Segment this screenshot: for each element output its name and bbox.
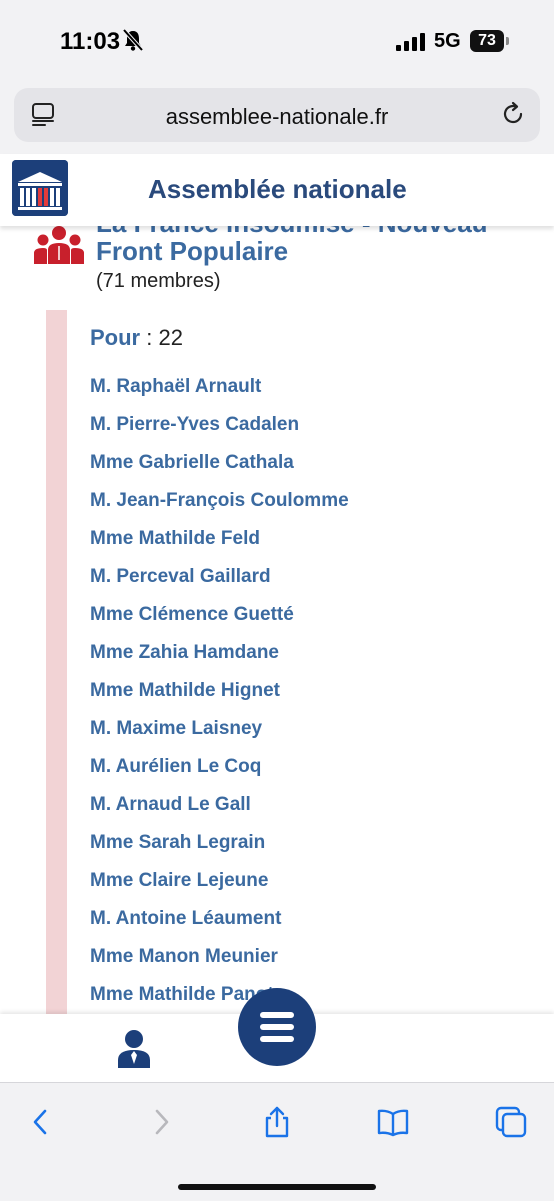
deputy-link[interactable]: Mme Sarah Legrain — [90, 832, 349, 870]
chevron-left-icon[interactable] — [24, 1105, 58, 1139]
site-header: Assemblée nationale — [0, 154, 554, 226]
vote-pour-count: 22 — [158, 325, 183, 350]
tabs-icon[interactable] — [494, 1105, 528, 1139]
deputy-link[interactable]: Mme Claire Lejeune — [90, 870, 349, 908]
address-bar[interactable]: assemblee-nationale.fr — [14, 88, 540, 142]
deputy-list: M. Raphaël Arnault M. Pierre-Yves Cadale… — [90, 376, 349, 1022]
deputy-link[interactable]: M. Aurélien Le Coq — [90, 756, 349, 794]
group-icon — [34, 226, 84, 264]
share-icon[interactable] — [260, 1105, 294, 1139]
site-title[interactable]: Assemblée nationale — [148, 174, 407, 205]
hamburger-menu-icon[interactable] — [238, 988, 316, 1066]
deputy-link[interactable]: Mme Manon Meunier — [90, 946, 349, 984]
vote-separator: : — [140, 325, 159, 350]
home-indicator — [178, 1184, 376, 1190]
url-text[interactable]: assemblee-nationale.fr — [14, 104, 540, 130]
network-type: 5G — [434, 30, 461, 52]
assemblee-logo[interactable] — [12, 160, 68, 216]
group-name-line2: Front Populaire — [96, 236, 289, 266]
browser-address-area: assemblee-nationale.fr — [0, 80, 554, 154]
deputy-link[interactable]: Mme Clémence Guetté — [90, 604, 349, 642]
deputy-link[interactable]: Mme Gabrielle Cathala — [90, 452, 349, 490]
deputy-link[interactable]: M. Jean-François Coulomme — [90, 490, 349, 528]
deputy-link[interactable]: Mme Mathilde Hignet — [90, 680, 349, 718]
deputy-link[interactable]: M. Perceval Gaillard — [90, 566, 349, 604]
chevron-right-icon[interactable] — [144, 1105, 178, 1139]
deputy-link[interactable]: Mme Zahia Hamdane — [90, 642, 349, 680]
status-time: 11:03 — [60, 28, 121, 55]
deputy-link[interactable]: M. Raphaël Arnault — [90, 376, 349, 414]
user-icon[interactable] — [116, 1028, 152, 1068]
deputy-link[interactable]: M. Pierre-Yves Cadalen — [90, 414, 349, 452]
bell-slash-icon — [122, 28, 144, 52]
vote-pour-heading: Pour : 22 — [90, 325, 183, 351]
battery-icon: 73 — [470, 30, 504, 52]
deputy-link[interactable]: M. Antoine Léaument — [90, 908, 349, 946]
book-icon[interactable] — [376, 1105, 410, 1139]
vote-side-bar — [46, 310, 67, 1015]
vote-pour-label: Pour — [90, 325, 141, 350]
battery-tip — [506, 37, 509, 45]
deputy-link[interactable]: M. Arnaud Le Gall — [90, 794, 349, 832]
group-members-count: (71 membres) — [96, 270, 221, 292]
signal-icon — [396, 33, 425, 51]
deputy-link[interactable]: Mme Mathilde Feld — [90, 528, 349, 566]
deputy-link[interactable]: M. Maxime Laisney — [90, 718, 349, 756]
site-bottom-nav — [0, 988, 554, 1082]
reload-icon[interactable] — [500, 101, 526, 127]
status-bar: 11:03 5G 73 — [0, 0, 554, 80]
